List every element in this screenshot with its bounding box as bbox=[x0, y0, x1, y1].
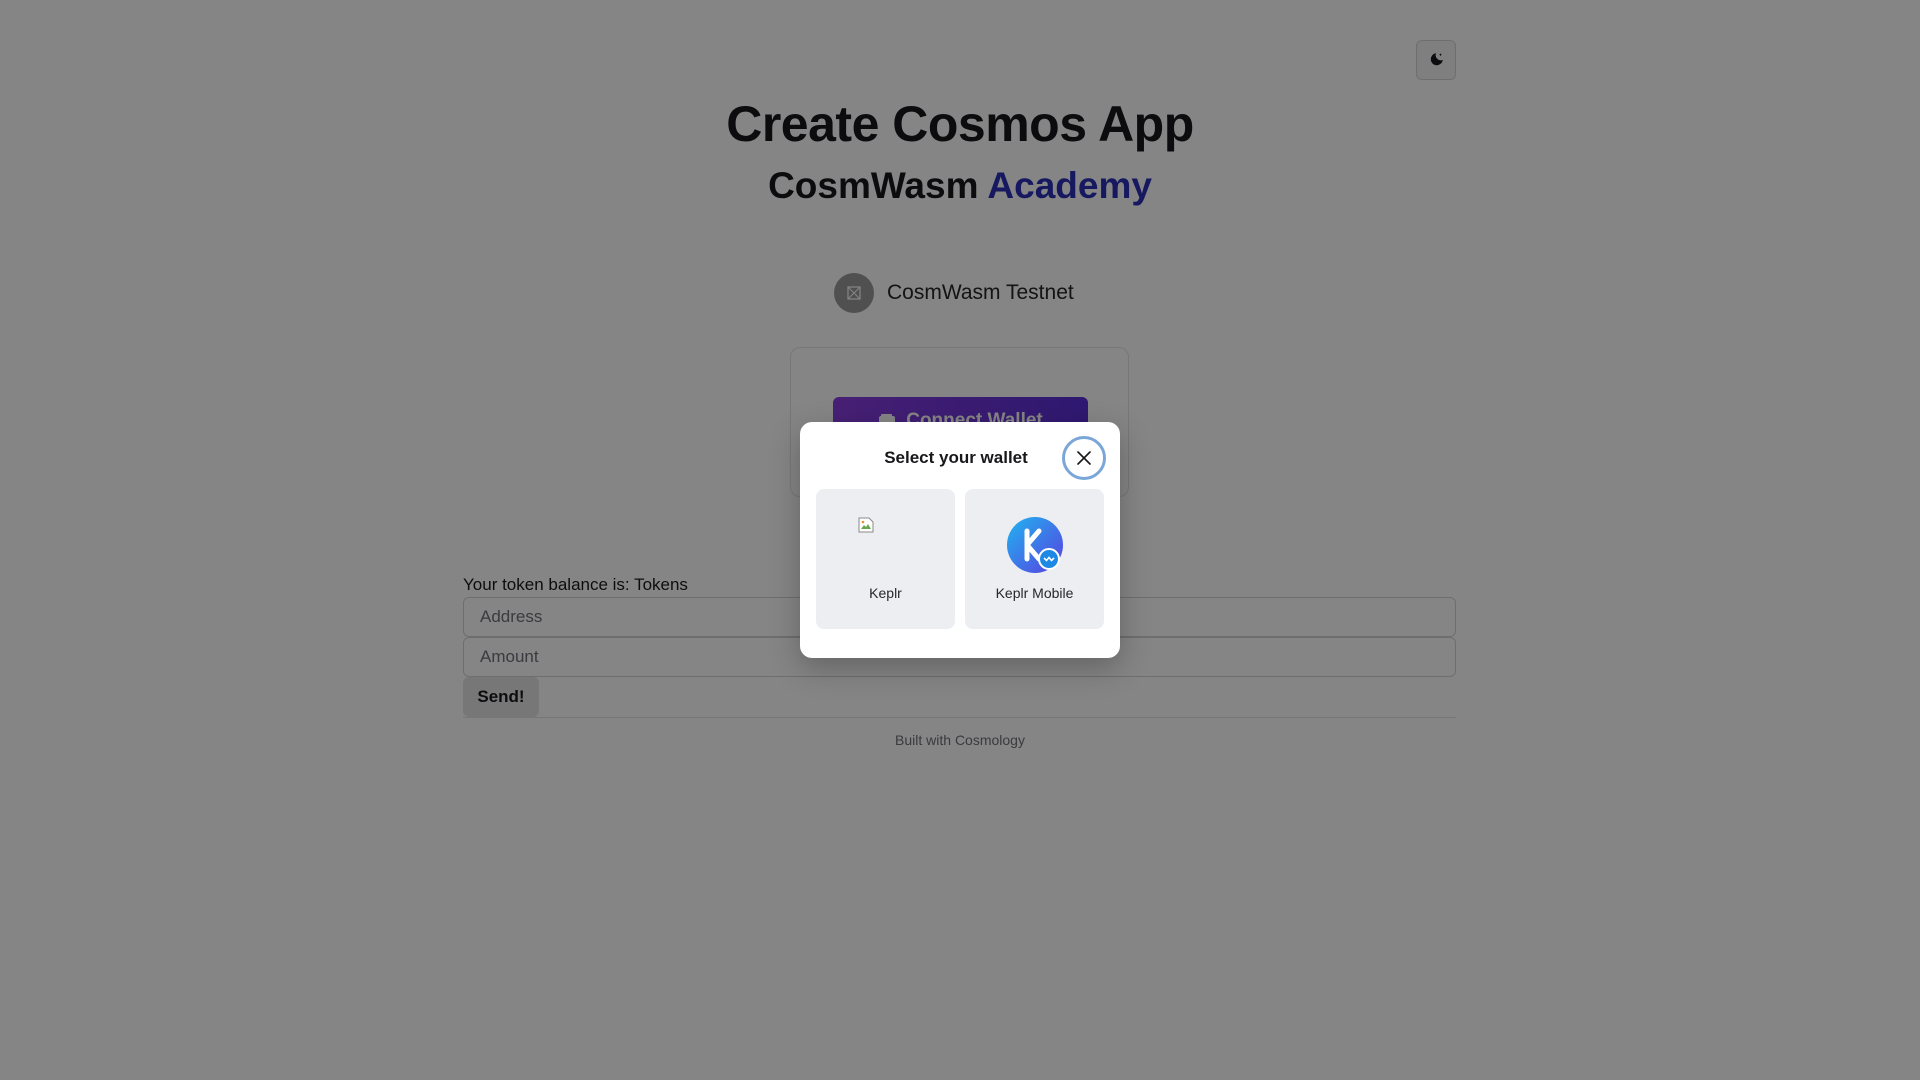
wallet-option-keplr-mobile[interactable]: Keplr Mobile bbox=[965, 489, 1104, 629]
app-page: Create Cosmos App CosmWasm Academy CosmW… bbox=[0, 0, 1920, 1080]
keplr-mobile-logo-icon bbox=[1007, 517, 1063, 573]
broken-image-icon bbox=[858, 517, 874, 533]
wallet-label-keplr: Keplr bbox=[869, 585, 902, 601]
wallet-select-modal: Select your wallet Keplr Keplr Mobile bbox=[800, 422, 1120, 658]
close-icon bbox=[1077, 451, 1091, 465]
wallet-label-keplr-mobile: Keplr Mobile bbox=[995, 585, 1074, 601]
modal-close-button[interactable] bbox=[1062, 436, 1106, 480]
wallet-option-keplr[interactable]: Keplr bbox=[816, 489, 955, 629]
